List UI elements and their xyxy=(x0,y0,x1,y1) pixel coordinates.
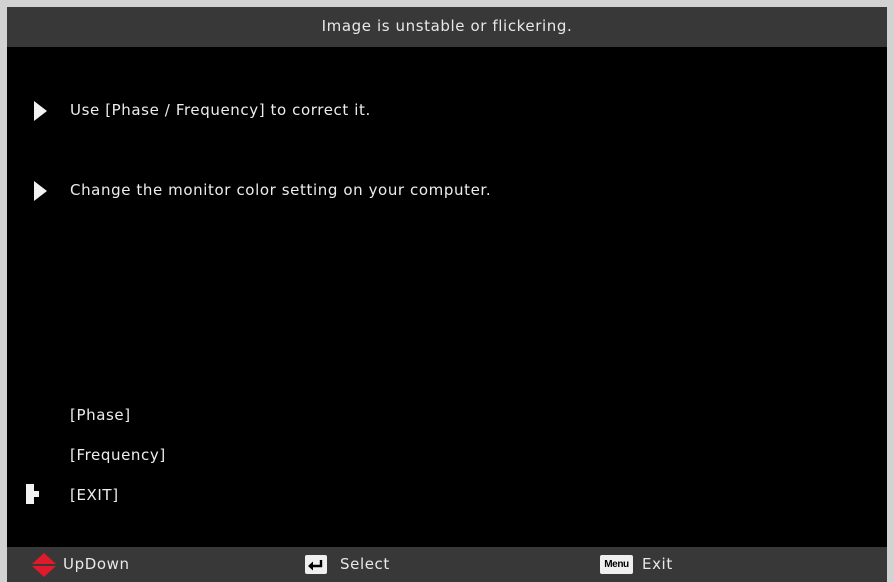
status-bar: UpDown Select Menu Exit xyxy=(7,547,887,582)
menu-key-icon: Menu xyxy=(600,555,633,574)
page-title: Image is unstable or flickering. xyxy=(321,17,573,35)
title-bar: Image is unstable or flickering. xyxy=(7,7,887,47)
menu-item-frequency[interactable]: [Frequency] xyxy=(70,446,166,464)
exit-marker-icon xyxy=(26,484,39,504)
exit-label: Exit xyxy=(642,555,673,573)
osd-window: Image is unstable or flickering. Use [Ph… xyxy=(0,0,894,582)
updown-label: UpDown xyxy=(63,555,130,573)
tip-phase-frequency: Use [Phase / Frequency] to correct it. xyxy=(7,99,887,123)
tip-text: Use [Phase / Frequency] to correct it. xyxy=(70,101,371,119)
updown-arrows-icon xyxy=(32,553,56,577)
tip-text: Change the monitor color setting on your… xyxy=(70,181,492,199)
enter-key-icon xyxy=(305,555,327,574)
play-arrow-icon xyxy=(34,101,47,121)
menu-item-exit[interactable]: [EXIT] xyxy=(70,486,119,504)
play-arrow-icon xyxy=(34,181,47,201)
menu-item-phase[interactable]: [Phase] xyxy=(70,406,131,424)
tip-monitor-color: Change the monitor color setting on your… xyxy=(7,179,887,203)
select-label: Select xyxy=(340,555,390,573)
content-area: Use [Phase / Frequency] to correct it. C… xyxy=(7,47,887,547)
